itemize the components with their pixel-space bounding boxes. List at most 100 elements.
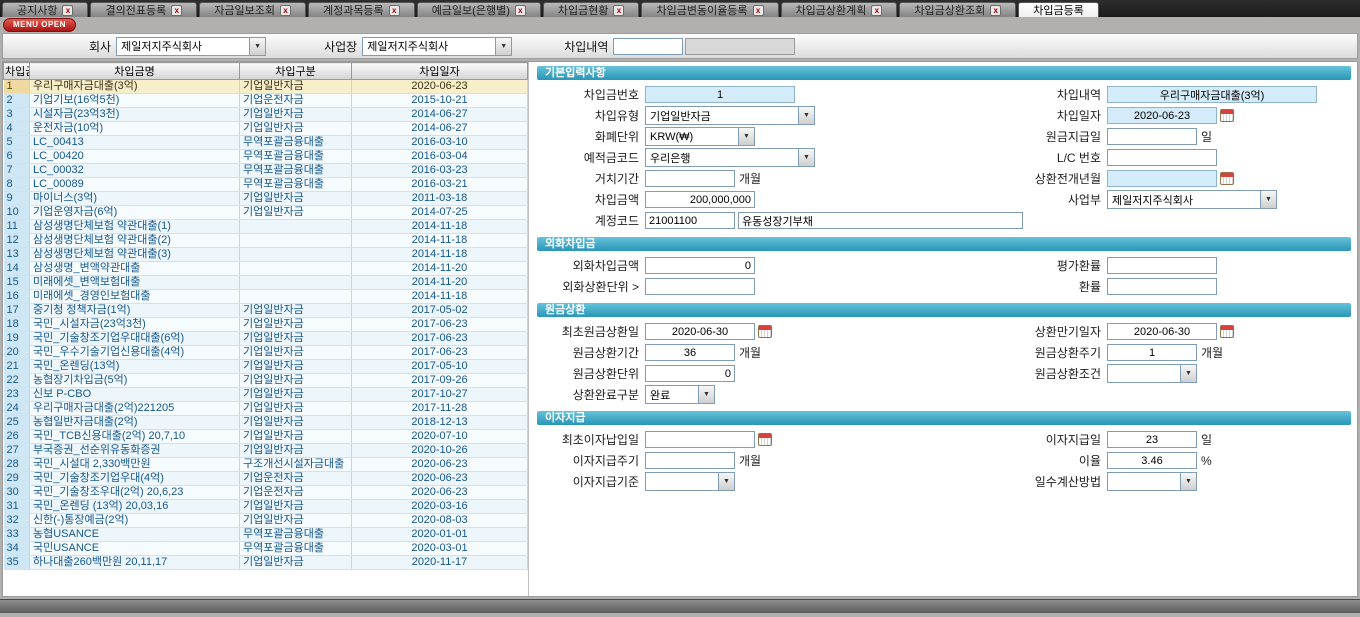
eval-rate-field[interactable] <box>1107 257 1217 274</box>
grid-row[interactable]: 24우리구매자금대출(2억)221205기업일반자금2017-11-28 <box>4 402 528 416</box>
tab-close-icon[interactable]: x <box>62 5 73 16</box>
grid-row[interactable]: 27부국증권_선순위유동화증권기업일반자금2020-10-26 <box>4 444 528 458</box>
loan-date-field[interactable] <box>1107 107 1217 124</box>
int-day-field[interactable] <box>1107 431 1197 448</box>
calendar-icon[interactable] <box>758 325 772 338</box>
grid-row[interactable]: 30국민_기술창조우대(2억) 20,6,23기업운전자금2020-06-23 <box>4 486 528 500</box>
grid-row[interactable]: 8LC_00089무역포괄금융대출2016-03-21 <box>4 178 528 192</box>
tab-차입금현황[interactable]: 차입금현황x <box>543 2 640 17</box>
grid-row[interactable]: 11삼성생명단체보험 약관대출(1)2014-11-18 <box>4 220 528 234</box>
col-loan-date[interactable]: 차입일자 <box>352 63 528 80</box>
fx-amount-field[interactable] <box>645 257 755 274</box>
grid-row[interactable]: 6LC_00420무역포괄금융대출2016-03-04 <box>4 150 528 164</box>
grid-row[interactable]: 3시설자금(23억3천)기업일반자금2014-06-27 <box>4 108 528 122</box>
grid-row[interactable]: 17중기청 정책자금(1억)기업일반자금2017-05-02 <box>4 304 528 318</box>
tab-close-icon[interactable]: x <box>515 5 526 16</box>
grid-row[interactable]: 20국민_우수기술기업신용대출(4억)기업일반자금2017-06-23 <box>4 346 528 360</box>
account-name-field[interactable] <box>738 212 1023 229</box>
grid-row[interactable]: 1우리구매자금대출(3억)기업일반자금2020-06-23 <box>4 80 528 94</box>
grid-row[interactable]: 33농협USANCE무역포괄금융대출2020-01-01 <box>4 528 528 542</box>
loan-desc-search-input[interactable] <box>613 38 683 55</box>
col-loan-name[interactable]: 차입금명 <box>30 63 240 80</box>
grid-row[interactable]: 35하나대출260백만원 20,11,17기업일반자금2020-11-17 <box>4 556 528 570</box>
fx-unit-field[interactable] <box>645 278 755 295</box>
tab-차입금변동이율등록[interactable]: 차입금변동이율등록x <box>641 2 778 17</box>
grid-row[interactable]: 16미래에셋_경영인보험대출2014-11-18 <box>4 290 528 304</box>
interest-rate-field[interactable] <box>1107 452 1197 469</box>
grid-row[interactable]: 5LC_00413무역포괄금융대출2016-03-10 <box>4 136 528 150</box>
loan-desc-search-input2[interactable] <box>685 38 795 55</box>
grid-row[interactable]: 28국민_시설대 2,330백만원구조개선시설자금대출2020-06-23 <box>4 458 528 472</box>
grid-row[interactable]: 10기업운영자금(6억)기업일반자금2014-07-25 <box>4 206 528 220</box>
repay-cond-select[interactable]: ▼ <box>1107 364 1197 383</box>
grid-row[interactable]: 21국민_온렌딩(13억)기업일반자금2017-05-10 <box>4 360 528 374</box>
grace-period-field[interactable] <box>645 170 735 187</box>
loan-type-select[interactable]: 기업일반자금 ▼ <box>645 106 815 125</box>
int-cycle-field[interactable] <box>645 452 735 469</box>
tab-close-icon[interactable]: x <box>389 5 400 16</box>
deposit-code-select[interactable]: 우리은행 ▼ <box>645 148 815 167</box>
grid-row[interactable]: 9마이너스(3억)기업일반자금2011-03-18 <box>4 192 528 206</box>
loan-name: 마이너스(3억) <box>30 192 240 206</box>
grid-row[interactable]: 4운전자금(10억)기업일반자금2014-06-27 <box>4 122 528 136</box>
grid-row[interactable]: 34국민USANCE무역포괄금융대출2020-03-01 <box>4 542 528 556</box>
tab-차입금상환계획[interactable]: 차입금상환계획x <box>781 2 898 17</box>
grid-row[interactable]: 18국민_시설자금(23억3천)기업일반자금2017-06-23 <box>4 318 528 332</box>
lc-no-field[interactable] <box>1107 149 1217 166</box>
tab-close-icon[interactable]: x <box>871 5 882 16</box>
repay-period-field[interactable] <box>645 344 735 361</box>
exchange-rate-field[interactable] <box>1107 278 1217 295</box>
calendar-icon[interactable] <box>1220 109 1234 122</box>
grid-row[interactable]: 31국민_온렌딩 (13억) 20,03,16기업일반자금2020-03-16 <box>4 500 528 514</box>
grid-row[interactable]: 26국민_TCB신용대출(2억) 20,7,10기업일반자금2020-07-10 <box>4 430 528 444</box>
complete-select[interactable]: 완료 ▼ <box>645 385 715 404</box>
tab-차입금상환조회[interactable]: 차입금상환조회x <box>899 2 1016 17</box>
tab-예금일보(은행별)[interactable]: 예금일보(은행별)x <box>417 2 541 17</box>
grid-row[interactable]: 15미래에셋_변액보험대출2014-11-20 <box>4 276 528 290</box>
grid-row[interactable]: 22농협장기차입금(5억)기업일반자금2017-09-26 <box>4 374 528 388</box>
grid-row[interactable]: 29국민_기술창조기업우대(4억)기업운전자금2020-06-23 <box>4 472 528 486</box>
first-repay-field[interactable] <box>645 323 755 340</box>
principal-pay-day-field[interactable] <box>1107 128 1197 145</box>
grid-row[interactable]: 7LC_00032무역포괄금융대출2016-03-23 <box>4 164 528 178</box>
account-code-field[interactable] <box>645 212 735 229</box>
col-loan-type[interactable]: 차입구분 <box>240 63 352 80</box>
day-calc-select[interactable]: ▼ <box>1107 472 1197 491</box>
tab-자금일보조회[interactable]: 자금일보조회x <box>199 2 306 17</box>
currency-select[interactable]: KRW(₩) ▼ <box>645 127 755 146</box>
loan-desc-field[interactable] <box>1107 86 1317 103</box>
col-loan-code[interactable]: 차입금코드 <box>4 63 30 80</box>
rollover-ym-field[interactable] <box>1107 170 1217 187</box>
division-select[interactable]: 제일저지주식회사 ▼ <box>1107 190 1277 209</box>
repay-cycle-field[interactable] <box>1107 344 1197 361</box>
grid-row[interactable]: 23신보 P-CBO기업일반자금2017-10-27 <box>4 388 528 402</box>
calendar-icon[interactable] <box>1220 325 1234 338</box>
maturity-field[interactable] <box>1107 323 1217 340</box>
tab-close-icon[interactable]: x <box>171 5 182 16</box>
tab-close-icon[interactable]: x <box>753 5 764 16</box>
repay-unit-field[interactable] <box>645 365 735 382</box>
calendar-icon[interactable] <box>758 433 772 446</box>
tab-close-icon[interactable]: x <box>613 5 624 16</box>
grid-row[interactable]: 25농협일반자금대출(2억)기업일반자금2018-12-13 <box>4 416 528 430</box>
tab-공지사항[interactable]: 공지사항x <box>2 2 88 17</box>
tab-결의전표등록[interactable]: 결의전표등록x <box>90 2 197 17</box>
int-basis-select[interactable]: ▼ <box>645 472 735 491</box>
tab-close-icon[interactable]: x <box>990 5 1001 16</box>
tab-차입금등록[interactable]: 차입금등록 <box>1018 2 1099 17</box>
first-int-field[interactable] <box>645 431 755 448</box>
loan-no-field[interactable] <box>645 86 795 103</box>
grid-row[interactable]: 12삼성생명단체보험 약관대출(2)2014-11-18 <box>4 234 528 248</box>
loan-amount-field[interactable] <box>645 191 755 208</box>
grid-row[interactable]: 14삼성생명_변액약관대출2014-11-20 <box>4 262 528 276</box>
grid-row[interactable]: 2기업기보(16억5천)기업운전자금2015-10-21 <box>4 94 528 108</box>
branch-select[interactable]: 제일저지주식회사 ▼ <box>362 37 512 56</box>
menu-open-button[interactable]: MENU OPEN <box>3 18 76 32</box>
tab-계정과목등록[interactable]: 계정과목등록x <box>308 2 415 17</box>
grid-row[interactable]: 13삼성생명단체보험 약관대출(3)2014-11-18 <box>4 248 528 262</box>
company-select[interactable]: 제일저지주식회사 ▼ <box>116 37 266 56</box>
calendar-icon[interactable] <box>1220 172 1234 185</box>
grid-row[interactable]: 19국민_기술창조기업우대대출(6억)기업일반자금2017-06-23 <box>4 332 528 346</box>
tab-close-icon[interactable]: x <box>280 5 291 16</box>
grid-row[interactable]: 32신한(-)통장예금(2억)기업일반자금2020-08-03 <box>4 514 528 528</box>
